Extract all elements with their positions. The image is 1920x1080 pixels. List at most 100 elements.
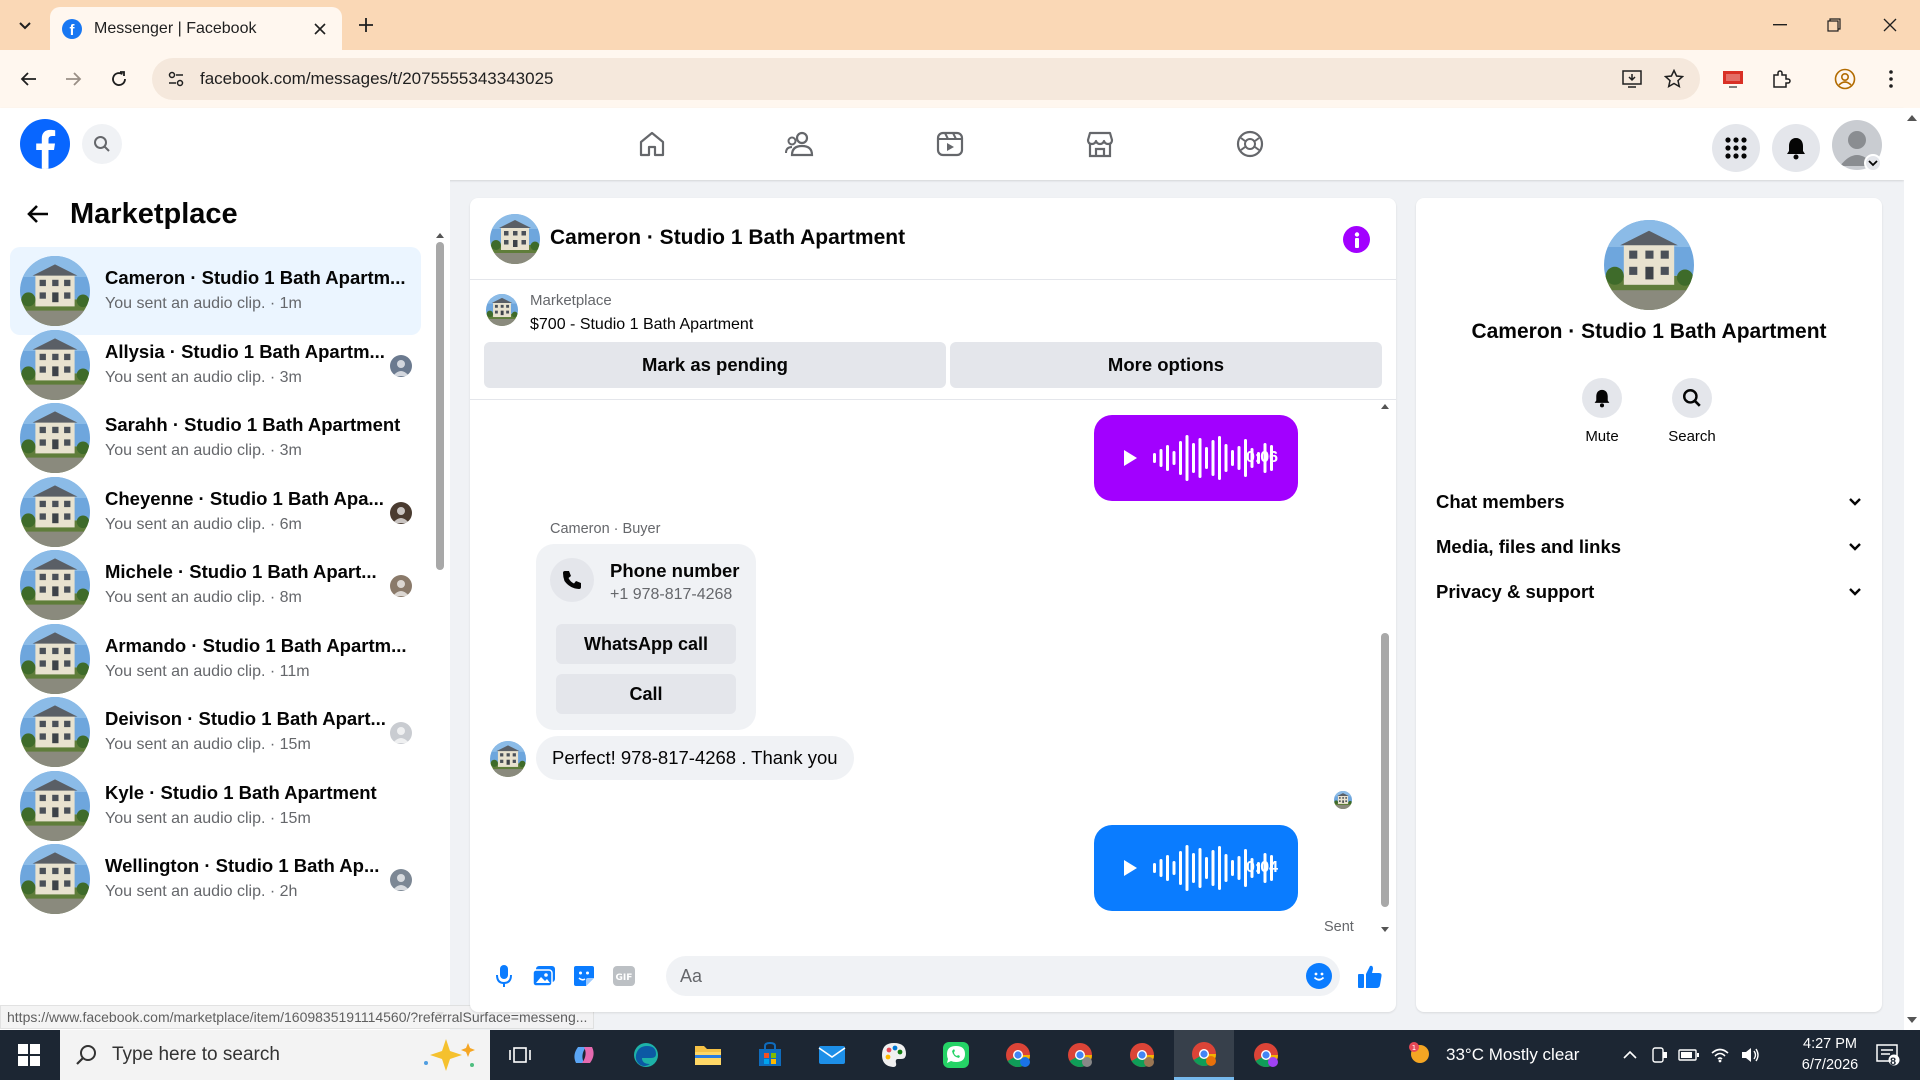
chat-scroll-thumb[interactable]	[1381, 633, 1389, 907]
gif-button[interactable]: GIF	[606, 958, 642, 994]
profile-button[interactable]	[1830, 64, 1860, 94]
apartment-photo	[20, 476, 90, 547]
search-icon	[76, 1045, 96, 1065]
conversation-name: Allysia · Studio 1 Bath Apartm...	[105, 340, 385, 362]
weather-widget[interactable]: 1 33°C Mostly clear	[1408, 1030, 1579, 1080]
emoji-button[interactable]	[1306, 963, 1332, 989]
reload-icon	[112, 71, 126, 86]
whatsapp-app[interactable]	[926, 1030, 986, 1080]
chat-scrollbar[interactable]	[1378, 401, 1392, 941]
audio-message-outgoing[interactable]: 0:04	[1094, 825, 1298, 911]
nav-watch[interactable]	[922, 124, 978, 164]
browser-tab-active[interactable]: f Messenger | Facebook	[50, 7, 342, 50]
nav-home[interactable]	[624, 124, 680, 164]
address-bar[interactable]: facebook.com/messages/t/2075555343343025	[152, 58, 1700, 100]
extension-button[interactable]	[1718, 64, 1748, 94]
taskbar-search-box[interactable]: Type here to search	[60, 1030, 490, 1080]
nav-gaming[interactable]	[1222, 124, 1278, 164]
apartment-photo	[20, 256, 90, 326]
nav-marketplace[interactable]	[1072, 124, 1128, 164]
details-avatar[interactable]	[1604, 220, 1694, 310]
forward-button[interactable]	[58, 64, 88, 94]
send-like-button[interactable]	[1352, 958, 1388, 994]
tab-search-button[interactable]	[10, 10, 40, 40]
mark-as-pending-button[interactable]: Mark as pending	[484, 342, 946, 388]
install-app-button[interactable]	[1618, 65, 1646, 93]
chrome-profile-1[interactable]	[988, 1030, 1048, 1080]
start-button[interactable]	[0, 1030, 58, 1080]
notification-center-button[interactable]: 8	[1868, 1030, 1908, 1080]
nav-friends[interactable]	[772, 124, 828, 164]
chat-members-section[interactable]: Chat members	[1436, 480, 1862, 524]
chrome-profile-4-active[interactable]	[1174, 1030, 1234, 1080]
waveform-bar	[1218, 436, 1221, 480]
play-audio-button[interactable]	[1110, 449, 1150, 467]
task-view-button[interactable]	[490, 1030, 550, 1080]
browser-menu-button[interactable]	[1876, 64, 1906, 94]
facebook-logo[interactable]	[20, 119, 70, 169]
listing-thumbnail[interactable]	[486, 294, 518, 326]
conversation-item[interactable]: Wellington · Studio 1 Bath Ap... You sent…	[10, 835, 421, 923]
chevron-up-icon	[1623, 1050, 1637, 1059]
voice-clip-button[interactable]	[486, 958, 522, 994]
mail-app[interactable]	[802, 1030, 862, 1080]
chrome-profile-5[interactable]	[1236, 1030, 1296, 1080]
audio-message-outgoing[interactable]: 0:06	[1094, 415, 1298, 501]
conversation-name: Cheyenne · Studio 1 Bath Apa...	[105, 487, 384, 509]
facebook-search-button[interactable]	[82, 124, 122, 164]
apartment-photo	[20, 623, 90, 694]
page-scrollbar[interactable]	[1904, 108, 1920, 1030]
edge-app[interactable]	[616, 1030, 676, 1080]
volume-icon	[1742, 1048, 1759, 1062]
new-tab-button[interactable]	[352, 11, 380, 39]
whatsapp-call-button[interactable]: WhatsApp call	[556, 624, 736, 664]
message-input[interactable]	[666, 956, 1340, 996]
call-button[interactable]: Call	[556, 674, 736, 714]
waveform-bar	[1166, 855, 1169, 881]
more-options-button[interactable]: More options	[950, 342, 1382, 388]
sidebar-scrollbar[interactable]	[434, 230, 446, 1020]
attach-photo-button[interactable]	[526, 958, 562, 994]
media-files-links-section[interactable]: Media, files and links	[1436, 525, 1862, 569]
window-restore-button[interactable]	[1806, 0, 1862, 50]
tab-close-button[interactable]	[310, 19, 330, 39]
file-explorer-app[interactable]	[678, 1030, 738, 1080]
incoming-message-bubble[interactable]: Perfect! 978-817-4268 . Thank you	[536, 736, 854, 780]
privacy-support-section[interactable]: Privacy & support	[1436, 570, 1862, 614]
chrome-profile-2[interactable]	[1050, 1030, 1110, 1080]
system-tray[interactable]	[1622, 1030, 1760, 1080]
waveform-bar	[1185, 435, 1189, 481]
back-button[interactable]	[18, 194, 58, 234]
copilot-app[interactable]	[554, 1030, 614, 1080]
menu-button[interactable]	[1712, 124, 1760, 172]
play-audio-button[interactable]	[1110, 859, 1150, 877]
home-icon	[639, 131, 665, 157]
listing-title[interactable]: $700 - Studio 1 Bath Apartment	[530, 316, 753, 334]
mute-button[interactable]: Mute	[1562, 378, 1642, 445]
sidebar-scroll-thumb[interactable]	[436, 242, 444, 570]
bookmark-star-button[interactable]	[1660, 65, 1688, 93]
paint-app[interactable]	[864, 1030, 924, 1080]
read-receipt-avatar	[1334, 791, 1352, 809]
chrome-profile-3[interactable]	[1112, 1030, 1172, 1080]
extensions-button[interactable]	[1766, 64, 1796, 94]
sender-avatar[interactable]	[490, 741, 526, 777]
phone-card-title: Phone number	[610, 560, 740, 581]
back-button[interactable]	[14, 64, 44, 94]
chat-title[interactable]: Cameron · Studio 1 Bath Apartment	[550, 226, 905, 250]
conversation-info-button[interactable]	[1343, 226, 1370, 253]
chat-avatar[interactable]	[490, 214, 540, 264]
account-menu-caret[interactable]	[1864, 154, 1882, 172]
sticker-button[interactable]	[566, 958, 602, 994]
window-close-button[interactable]	[1862, 0, 1918, 50]
window-minimize-button[interactable]	[1752, 0, 1808, 50]
seen-by-avatar	[390, 575, 412, 597]
site-info-button[interactable]	[156, 58, 196, 100]
arrow-left-icon	[20, 72, 36, 86]
notifications-button[interactable]	[1772, 124, 1820, 172]
waveform-bar	[1211, 850, 1215, 886]
microsoft-store-app[interactable]	[740, 1030, 800, 1080]
reload-button[interactable]	[104, 64, 134, 94]
gif-icon: GIF	[613, 966, 635, 986]
search-in-conversation-button[interactable]: Search	[1652, 378, 1732, 445]
